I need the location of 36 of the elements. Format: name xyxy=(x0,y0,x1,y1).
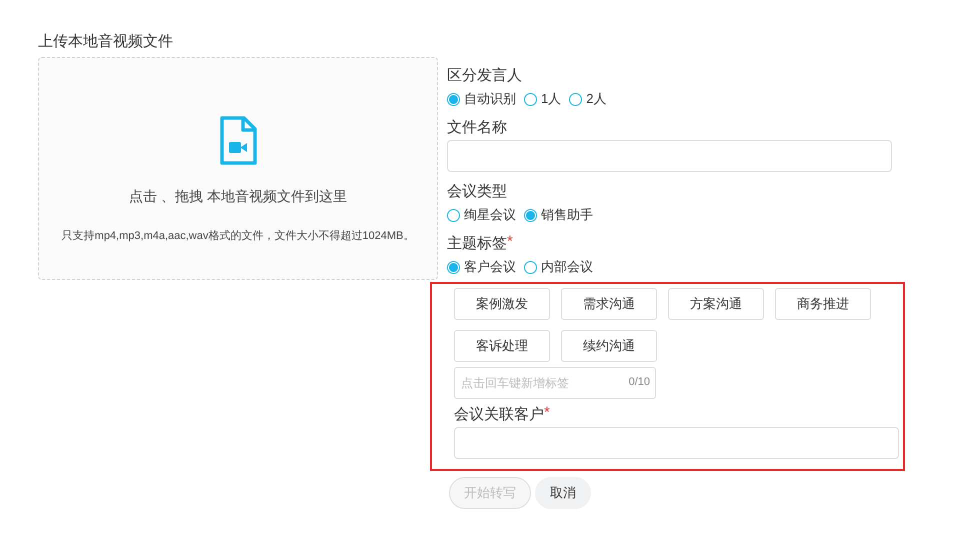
field-label: 会议类型 xyxy=(447,182,508,202)
tag-button[interactable]: 商务推进 xyxy=(775,288,871,320)
field-label: 区分发言人 xyxy=(447,66,523,86)
radio-button[interactable] xyxy=(524,208,537,222)
tag-button[interactable]: 案例激发 xyxy=(454,288,550,320)
tag-button[interactable]: 客诉处理 xyxy=(454,330,550,362)
required-mark: * xyxy=(544,403,550,423)
required-mark: * xyxy=(507,232,513,252)
radio-button[interactable] xyxy=(447,92,460,106)
field-label: 主题标签 xyxy=(447,234,507,254)
radio-button[interactable] xyxy=(524,92,537,106)
radio-option[interactable]: 绚星会议 xyxy=(447,206,518,224)
radio-button[interactable] xyxy=(447,208,460,222)
character-counter: 0/10 xyxy=(628,376,650,388)
radio-option[interactable]: 2人 xyxy=(569,90,608,108)
tag-button[interactable]: 需求沟通 xyxy=(561,288,657,320)
field-label: 会议关联客户 xyxy=(454,405,544,425)
radio-option[interactable]: 销售助手 xyxy=(524,206,595,224)
radio-button[interactable] xyxy=(447,260,460,274)
field-label: 文件名称 xyxy=(447,118,508,138)
radio-option[interactable]: 内部会议 xyxy=(524,258,595,276)
input-field[interactable] xyxy=(454,427,899,459)
upload-prompt: 点击 、拖拽 本地音视频文件到这里 xyxy=(129,188,347,206)
radio-button[interactable] xyxy=(524,260,537,274)
section-title: 上传本地音视频文件 xyxy=(38,32,174,51)
radio-option[interactable]: 1人 xyxy=(524,90,564,108)
radio-button[interactable] xyxy=(569,92,582,106)
tag-button[interactable]: 方案沟通 xyxy=(668,288,764,320)
upload-hint: 只支持mp4,mp3,m4a,aac,wav格式的文件，文件大小不得超过1024MB。 xyxy=(62,228,414,243)
cancel-button[interactable]: 取消 xyxy=(535,477,591,509)
radio-option[interactable]: 客户会议 xyxy=(447,258,518,276)
upload-area[interactable]: 点击 、拖拽 本地音视频文件到这里 只支持mp4,mp3,m4a,aac,wav格式的文件，文件大小不得超过1024MB。 xyxy=(38,57,438,280)
radio-option[interactable]: 自动识别 xyxy=(447,90,518,108)
input-field[interactable] xyxy=(447,140,892,172)
video-file-icon xyxy=(219,116,257,166)
tag-button[interactable]: 续约沟通 xyxy=(561,330,657,362)
